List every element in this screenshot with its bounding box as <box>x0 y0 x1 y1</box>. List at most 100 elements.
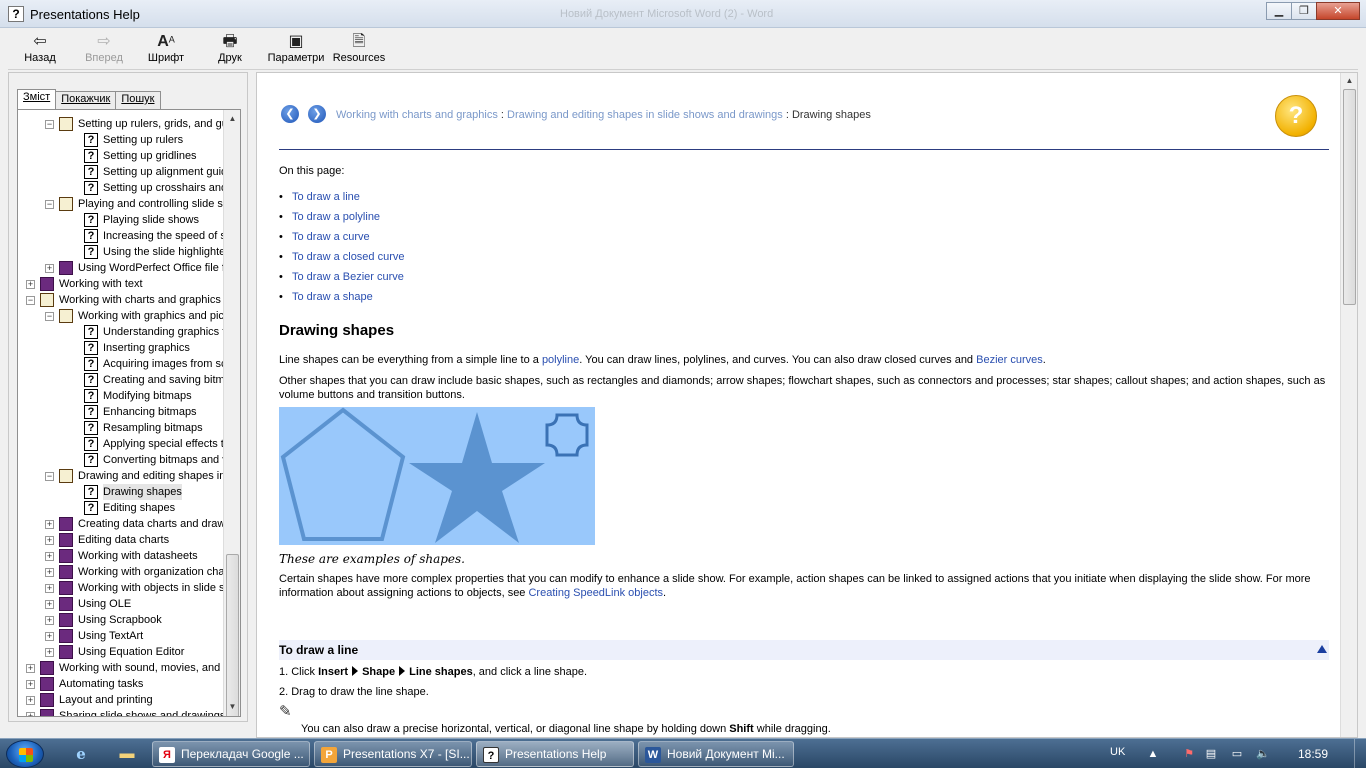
taskbar-item-presentations[interactable]: P Presentations X7 - [SI... <box>314 741 472 767</box>
tree-item[interactable]: ? Resampling bitmaps <box>18 420 223 436</box>
tree-item[interactable]: − Drawing and editing shapes in slide sho… <box>18 468 223 484</box>
collapse-icon[interactable]: − <box>26 296 35 305</box>
tree-item[interactable]: ? Modifying bitmaps <box>18 388 223 404</box>
tree-item[interactable]: ? Editing shapes <box>18 500 223 516</box>
tree-item[interactable]: ? Applying special effects to bitmaps <box>18 436 223 452</box>
tree-item[interactable]: + Automating tasks <box>18 676 223 692</box>
close-button[interactable]: ✕ <box>1316 2 1360 20</box>
next-topic-icon[interactable]: ❯ <box>308 105 326 123</box>
toc-link[interactable]: To draw a curve <box>292 231 370 243</box>
expand-icon[interactable]: + <box>45 520 54 529</box>
expand-icon[interactable]: + <box>26 280 35 289</box>
tab-contents[interactable]: Зміст <box>17 89 57 109</box>
tree-item[interactable]: ? Increasing the speed of slide shows <box>18 228 223 244</box>
expand-icon[interactable]: + <box>45 616 54 625</box>
breadcrumb-link-drawing[interactable]: Drawing and editing shapes in slide show… <box>507 109 783 121</box>
tree-item[interactable]: + Using OLE <box>18 596 223 612</box>
tree-item[interactable]: + Working with objects in slide shows <box>18 580 223 596</box>
tab-index[interactable]: Покажчик <box>55 91 117 109</box>
tree-item[interactable]: + Using TextArt <box>18 628 223 644</box>
tree-item[interactable]: ? Setting up rulers <box>18 132 223 148</box>
tree-item[interactable]: + Using WordPerfect Office file formats <box>18 260 223 276</box>
tree-item[interactable]: + Working with organization charts <box>18 564 223 580</box>
volume-icon[interactable]: 🔈 <box>1256 747 1270 761</box>
bezier-curves-link[interactable]: Bezier curves <box>976 354 1043 366</box>
back-button[interactable]: ⇦ Назад <box>8 32 72 64</box>
expand-icon[interactable]: + <box>26 680 35 689</box>
start-button[interactable] <box>6 740 44 768</box>
polyline-link[interactable]: polyline <box>542 354 579 366</box>
maximize-button[interactable]: ❐ <box>1291 2 1317 20</box>
expand-icon[interactable]: + <box>26 664 35 673</box>
toc-link[interactable]: To draw a line <box>292 191 360 203</box>
tree-item[interactable]: + Editing data charts <box>18 532 223 548</box>
collapse-icon[interactable]: − <box>45 312 54 321</box>
network-icon[interactable]: ⚑ <box>1182 747 1196 761</box>
tree-item[interactable]: ? Drawing shapes <box>18 484 223 500</box>
tree-item[interactable]: ? Acquiring images from scanners <box>18 356 223 372</box>
toc-link[interactable]: To draw a closed curve <box>292 251 405 263</box>
expand-icon[interactable]: + <box>45 648 54 657</box>
tree-item[interactable]: ? Creating and saving bitmaps <box>18 372 223 388</box>
internet-explorer-icon[interactable]: e <box>70 744 92 764</box>
taskbar-item-word-document[interactable]: W Новий Документ Mi... <box>638 741 794 767</box>
show-hidden-icons-icon[interactable]: ▲ <box>1146 747 1160 761</box>
content-scroll-thumb[interactable] <box>1343 89 1356 305</box>
resources-button[interactable]: 🗎 Resources <box>327 32 391 64</box>
taskbar-item-translator[interactable]: Я Перекладач Google ... <box>152 741 310 767</box>
expand-icon[interactable]: + <box>45 536 54 545</box>
tree-item[interactable]: + Working with sound, movies, and <box>18 660 223 676</box>
expand-icon[interactable]: + <box>45 568 54 577</box>
tree-scroll-thumb[interactable] <box>226 554 239 716</box>
tree-item[interactable]: + Creating data charts and drawings <box>18 516 223 532</box>
options-button[interactable]: ▣ Параметри <box>264 32 328 64</box>
file-explorer-icon[interactable]: ▬ <box>116 744 138 764</box>
show-desktop-button[interactable] <box>1354 739 1366 768</box>
tree-item[interactable]: + Working with datasheets <box>18 548 223 564</box>
expand-icon[interactable]: + <box>45 552 54 561</box>
tree-item[interactable]: ? Playing slide shows <box>18 212 223 228</box>
toc-link[interactable]: To draw a Bezier curve <box>292 271 404 283</box>
content-scrollbar[interactable]: ▲ <box>1340 73 1357 737</box>
collapse-icon[interactable]: − <box>45 200 54 209</box>
tree-item[interactable]: + Using Scrapbook <box>18 612 223 628</box>
previous-topic-icon[interactable]: ❮ <box>281 105 299 123</box>
speedlink-link[interactable]: Creating SpeedLink objects <box>528 587 663 599</box>
tree-item[interactable]: + Sharing slide shows and drawings <box>18 708 223 716</box>
language-indicator[interactable]: UK <box>1110 746 1125 758</box>
tree-item[interactable]: ? Setting up alignment guidelines <box>18 164 223 180</box>
tab-search[interactable]: Пошук <box>115 91 161 109</box>
taskbar-item-presentations-help[interactable]: ? Presentations Help <box>476 741 634 767</box>
minimize-button[interactable]: ▁ <box>1266 2 1292 20</box>
tree-item[interactable]: + Using Equation Editor <box>18 644 223 660</box>
print-button[interactable]: 🖶 Друк <box>198 32 262 64</box>
tree-item[interactable]: − Working with graphics and pictures <box>18 308 223 324</box>
expand-icon[interactable]: + <box>45 584 54 593</box>
scroll-up-icon[interactable]: ▲ <box>226 112 239 126</box>
expand-icon[interactable]: + <box>45 632 54 641</box>
breadcrumb-link-charts[interactable]: Working with charts and graphics <box>336 109 498 121</box>
scroll-down-icon[interactable]: ▼ <box>226 700 239 714</box>
flash-drive-icon[interactable]: ▤ <box>1204 747 1218 761</box>
tree-item[interactable]: ? Inserting graphics <box>18 340 223 356</box>
expand-icon[interactable]: + <box>45 600 54 609</box>
toc-link[interactable]: To draw a polyline <box>292 211 380 223</box>
forward-button[interactable]: ⇨ Вперед <box>72 32 136 64</box>
collapse-icon[interactable]: − <box>45 472 54 481</box>
back-to-top-icon[interactable] <box>1317 645 1327 653</box>
action-center-icon[interactable]: ▭ <box>1230 747 1244 761</box>
toc-link[interactable]: To draw a shape <box>292 291 373 303</box>
expand-icon[interactable]: + <box>45 264 54 273</box>
tree-item[interactable]: + Layout and printing <box>18 692 223 708</box>
expand-icon[interactable]: + <box>26 712 35 716</box>
tree-item[interactable]: ? Understanding graphics formats <box>18 324 223 340</box>
tree-item[interactable]: ? Setting up crosshairs and the <box>18 180 223 196</box>
collapse-icon[interactable]: − <box>45 120 54 129</box>
tree-item[interactable]: ? Setting up gridlines <box>18 148 223 164</box>
tree-item[interactable]: ? Enhancing bitmaps <box>18 404 223 420</box>
tree-item[interactable]: − Setting up rulers, grids, and guideline… <box>18 116 223 132</box>
font-button[interactable]: Aᴬ Шрифт <box>134 32 198 64</box>
expand-icon[interactable]: + <box>26 696 35 705</box>
tree-item[interactable]: + Working with text <box>18 276 223 292</box>
scroll-up-icon[interactable]: ▲ <box>1343 74 1356 88</box>
